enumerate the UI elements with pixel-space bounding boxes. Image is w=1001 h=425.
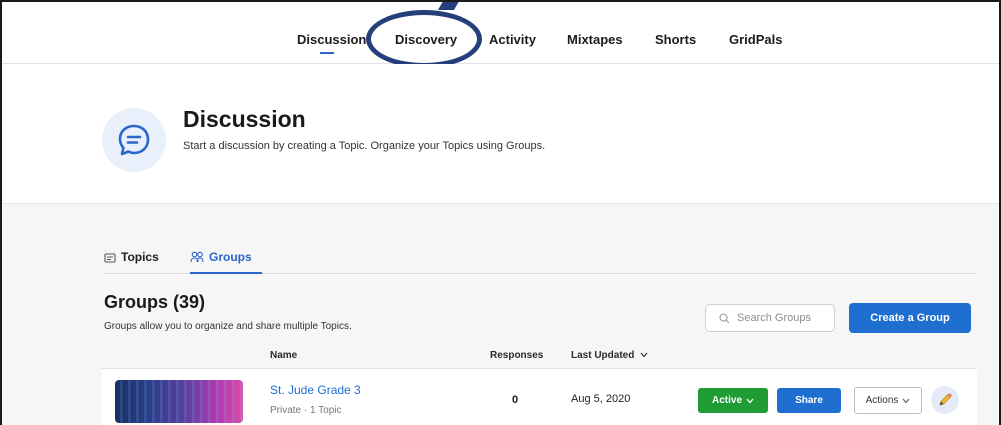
create-group-button[interactable]: Create a Group bbox=[849, 303, 971, 333]
column-header-last-updated-label: Last Updated bbox=[571, 350, 635, 361]
tab-bar: Topics Groups bbox=[104, 250, 977, 274]
app-frame: Discussion Discovery Activity Mixtapes S… bbox=[0, 0, 1001, 425]
topics-icon bbox=[104, 253, 116, 263]
chevron-down-icon bbox=[640, 352, 648, 358]
tab-groups-label: Groups bbox=[209, 250, 252, 264]
tab-topics[interactable]: Topics bbox=[104, 250, 159, 274]
page-subtitle: Start a discussion by creating a Topic. … bbox=[183, 140, 546, 152]
edit-button[interactable] bbox=[931, 386, 959, 414]
nav-shorts[interactable]: Shorts bbox=[655, 32, 696, 47]
tab-groups[interactable]: Groups bbox=[190, 250, 262, 274]
actions-dropdown-button[interactable]: Actions bbox=[854, 387, 922, 414]
nav-discussion[interactable]: Discussion bbox=[297, 32, 366, 47]
top-nav: Discussion Discovery Activity Mixtapes S… bbox=[2, 2, 999, 68]
groups-section: Topics Groups Groups (39) Groups allow y… bbox=[2, 204, 999, 425]
groups-title: Groups (39) bbox=[104, 292, 206, 312]
column-header-name: Name bbox=[270, 350, 298, 361]
nav-active-indicator bbox=[320, 52, 334, 54]
groups-icon bbox=[190, 251, 204, 263]
group-name-link[interactable]: St. Jude Grade 3 bbox=[270, 383, 361, 397]
search-icon bbox=[719, 312, 730, 323]
table-row[interactable]: St. Jude Grade 3 Private · 1 Topic 0 Aug… bbox=[102, 368, 977, 425]
header-icon-badge bbox=[102, 108, 166, 172]
tab-topics-label: Topics bbox=[121, 250, 159, 264]
search-groups-input[interactable]: Search Groups bbox=[705, 304, 835, 332]
chevron-down-icon bbox=[902, 398, 910, 403]
nav-gridpals[interactable]: GridPals bbox=[729, 32, 782, 47]
group-responses: 0 bbox=[512, 394, 519, 406]
column-header-responses: Responses bbox=[490, 350, 544, 361]
group-thumbnail bbox=[115, 380, 243, 423]
status-dropdown-button[interactable]: Active bbox=[698, 388, 768, 413]
column-header-last-updated[interactable]: Last Updated bbox=[571, 350, 648, 361]
annotation-circle bbox=[366, 10, 482, 68]
actions-label: Actions bbox=[865, 395, 899, 406]
group-last-updated: Aug 5, 2020 bbox=[571, 393, 631, 405]
page-header: Discussion Start a discussion by creatin… bbox=[2, 64, 999, 204]
status-label: Active bbox=[711, 395, 742, 406]
nav-mixtapes[interactable]: Mixtapes bbox=[567, 32, 623, 47]
chat-bubble-icon bbox=[118, 124, 150, 156]
search-placeholder: Search Groups bbox=[737, 312, 811, 324]
annotation-arrow bbox=[437, 2, 463, 10]
page-title: Discussion bbox=[183, 106, 306, 132]
share-button[interactable]: Share bbox=[777, 388, 841, 413]
groups-description: Groups allow you to organize and share m… bbox=[104, 321, 352, 332]
group-meta: Private · 1 Topic bbox=[270, 405, 342, 416]
nav-activity[interactable]: Activity bbox=[489, 32, 536, 47]
chevron-down-icon bbox=[746, 398, 754, 403]
pencil-icon bbox=[939, 393, 952, 406]
